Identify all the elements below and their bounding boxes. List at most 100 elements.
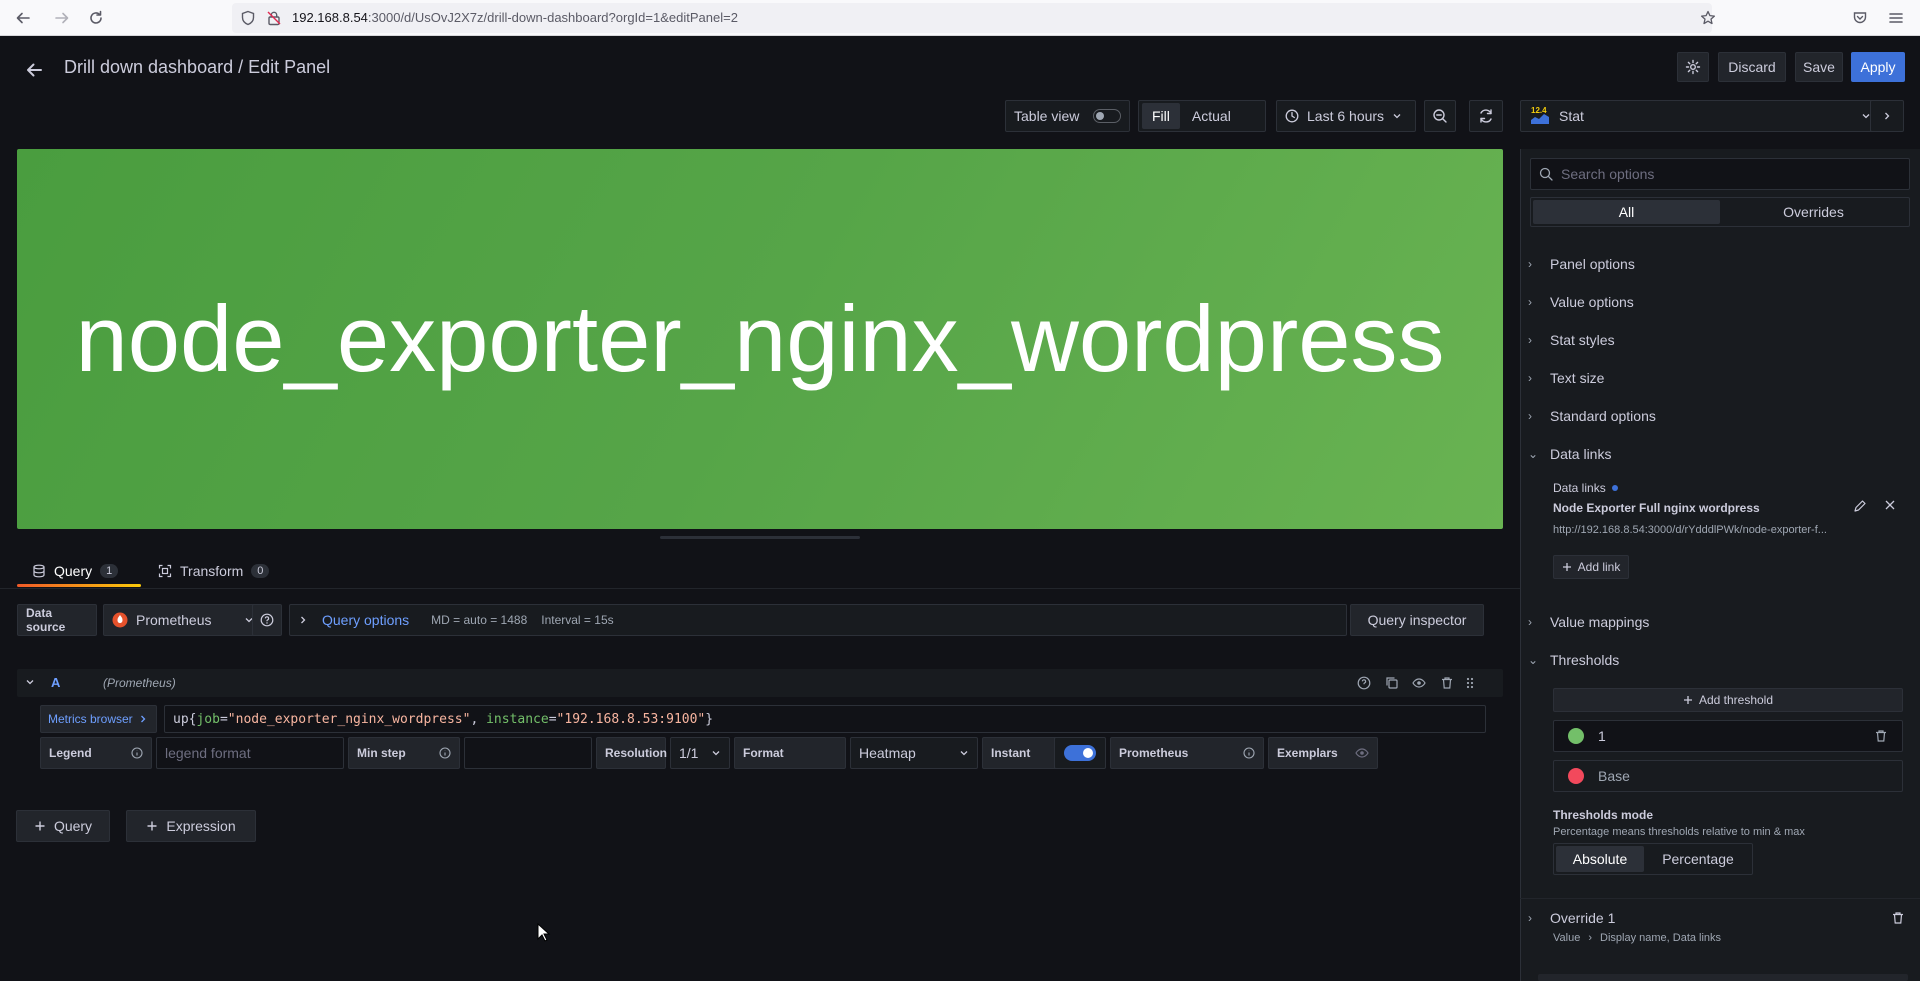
instant-switch[interactable]: [1064, 745, 1096, 761]
forward-arrow-icon[interactable]: [50, 6, 74, 30]
instant-toggle[interactable]: [1054, 737, 1106, 769]
close-icon[interactable]: [1884, 499, 1896, 511]
back-arrow-icon[interactable]: [11, 6, 35, 30]
shield-icon[interactable]: [236, 6, 260, 30]
data-link-title[interactable]: Node Exporter Full nginx wordpress: [1553, 501, 1760, 515]
insecure-lock-icon[interactable]: [262, 6, 286, 30]
chevron-down-icon[interactable]: [25, 677, 35, 687]
trash-icon[interactable]: [1440, 676, 1454, 690]
legend-label: Legend: [40, 737, 152, 769]
edit-pencil-icon[interactable]: [1853, 499, 1867, 513]
category-standard-options[interactable]: › Standard options: [1528, 397, 1656, 435]
data-source-help-button[interactable]: [252, 604, 282, 636]
threshold-color-swatch[interactable]: [1568, 728, 1584, 744]
mode-percentage[interactable]: Percentage: [1646, 846, 1750, 872]
category-data-links[interactable]: ⌄ Data links: [1528, 435, 1611, 473]
mode-absolute[interactable]: Absolute: [1556, 846, 1644, 872]
info-circle-icon[interactable]: [439, 747, 451, 759]
zoom-out-button[interactable]: [1424, 100, 1456, 132]
collapse-options-button[interactable]: [1870, 100, 1904, 132]
tabs-divider: [0, 588, 1520, 589]
category-label: Data links: [1550, 446, 1612, 462]
fill-option[interactable]: Fill: [1142, 103, 1180, 129]
fill-actual-switch: Fill Actual: [1138, 100, 1266, 132]
apply-button[interactable]: Apply: [1851, 52, 1905, 82]
exemplars-label-text: Exemplars: [1277, 746, 1338, 760]
panel-settings-button[interactable]: [1677, 52, 1709, 82]
stat-panel-preview[interactable]: node_exporter_nginx_wordpress: [17, 149, 1503, 529]
category-text-size[interactable]: › Text size: [1528, 359, 1604, 397]
eye-icon[interactable]: [1355, 746, 1369, 760]
tab-overrides[interactable]: Overrides: [1720, 200, 1907, 224]
category-value-options[interactable]: › Value options: [1528, 283, 1634, 321]
info-circle-icon[interactable]: [1243, 747, 1255, 759]
data-links-heading: Data links: [1553, 481, 1618, 495]
plus-icon: [1562, 562, 1572, 572]
metrics-browser-button[interactable]: Metrics browser: [40, 705, 157, 733]
legend-format-placeholder: legend format: [165, 745, 251, 761]
discard-button[interactable]: Discard: [1718, 52, 1786, 82]
category-stat-styles[interactable]: › Stat styles: [1528, 321, 1615, 359]
format-select[interactable]: Heatmap: [850, 737, 978, 769]
table-view-toggle[interactable]: Table view: [1005, 100, 1130, 132]
back-arrow-icon[interactable]: [20, 56, 48, 84]
tab-transform[interactable]: Transform 0: [158, 556, 270, 586]
add-link-button[interactable]: Add link: [1553, 555, 1629, 579]
category-thresholds[interactable]: ⌄ Thresholds: [1528, 641, 1619, 679]
url-bar[interactable]: 192.168.8.54:3000/d/UsOvJ2X7z/drill-down…: [232, 3, 1712, 33]
visualization-picker[interactable]: 12.4 Stat: [1520, 100, 1882, 132]
gear-icon: [1685, 59, 1701, 75]
actual-option[interactable]: Actual: [1182, 103, 1241, 129]
add-threshold-button[interactable]: Add threshold: [1553, 688, 1903, 712]
help-circle-icon[interactable]: [1357, 676, 1371, 690]
plus-icon: [34, 820, 46, 832]
hamburger-menu-icon[interactable]: [1884, 6, 1908, 30]
url-text[interactable]: 192.168.8.54:3000/d/UsOvJ2X7z/drill-down…: [292, 10, 738, 25]
query-ref-id[interactable]: A: [51, 675, 60, 690]
options-tabs: All Overrides: [1530, 197, 1910, 227]
refresh-button[interactable]: [1469, 100, 1503, 132]
category-panel-options[interactable]: › Panel options: [1528, 245, 1635, 283]
pane-resize-handle[interactable]: [660, 536, 860, 539]
resolution-select[interactable]: 1/1: [670, 737, 730, 769]
threshold-color-swatch[interactable]: [1568, 768, 1584, 784]
pocket-icon[interactable]: [1848, 6, 1872, 30]
query-expression-editor[interactable]: up{job = "node_exporter_nginx_wordpress", …: [164, 705, 1486, 733]
reload-icon[interactable]: [84, 6, 108, 30]
save-button[interactable]: Save: [1795, 52, 1843, 82]
data-source-picker[interactable]: Prometheus: [103, 604, 263, 636]
query-row-header[interactable]: A (Prometheus): [17, 669, 1503, 697]
add-threshold-label: Add threshold: [1698, 693, 1774, 707]
time-range-picker[interactable]: Last 6 hours: [1276, 100, 1416, 132]
category-value-mappings[interactable]: › Value mappings: [1528, 603, 1649, 641]
info-circle-icon[interactable]: [131, 747, 143, 759]
trash-icon[interactable]: [1874, 729, 1888, 743]
tab-all[interactable]: All: [1533, 200, 1720, 224]
trash-icon[interactable]: [1891, 911, 1905, 925]
chevron-down-icon: ⌄: [1528, 653, 1539, 667]
query-inspector-button[interactable]: Query inspector: [1350, 604, 1484, 636]
time-range-label: Last 6 hours: [1307, 108, 1385, 124]
bookmark-star-icon[interactable]: [1696, 6, 1720, 30]
add-query-button[interactable]: Query: [16, 810, 110, 842]
drag-handle-icon[interactable]: [1463, 676, 1477, 690]
category-label: Panel options: [1550, 256, 1635, 272]
tab-query[interactable]: Query 1: [32, 556, 119, 586]
search-options-input[interactable]: Search options: [1530, 158, 1910, 190]
category-label: Value mappings: [1550, 614, 1650, 630]
duplicate-query-icon[interactable]: [1385, 676, 1399, 690]
add-expression-button[interactable]: Expression: [126, 810, 256, 842]
query-options-toggle[interactable]: Query options MD = auto = 1488 Interval …: [289, 604, 1347, 636]
threshold-base[interactable]: Base: [1553, 760, 1903, 792]
eye-icon[interactable]: [1412, 676, 1426, 690]
chevron-right-icon: [139, 714, 147, 724]
expr-brace-open: {: [188, 711, 197, 727]
min-step-label-text: Min step: [357, 746, 406, 760]
min-step-input[interactable]: [464, 737, 592, 769]
add-override-button-partial[interactable]: [1538, 974, 1908, 981]
legend-format-input[interactable]: legend format: [156, 737, 344, 769]
chevron-right-icon: ›: [1528, 295, 1532, 309]
table-view-switch[interactable]: [1093, 109, 1121, 123]
url-path: :3000/d/UsOvJ2X7z/drill-down-dashboard?o…: [367, 10, 738, 25]
threshold-step-1[interactable]: 1: [1553, 720, 1903, 752]
